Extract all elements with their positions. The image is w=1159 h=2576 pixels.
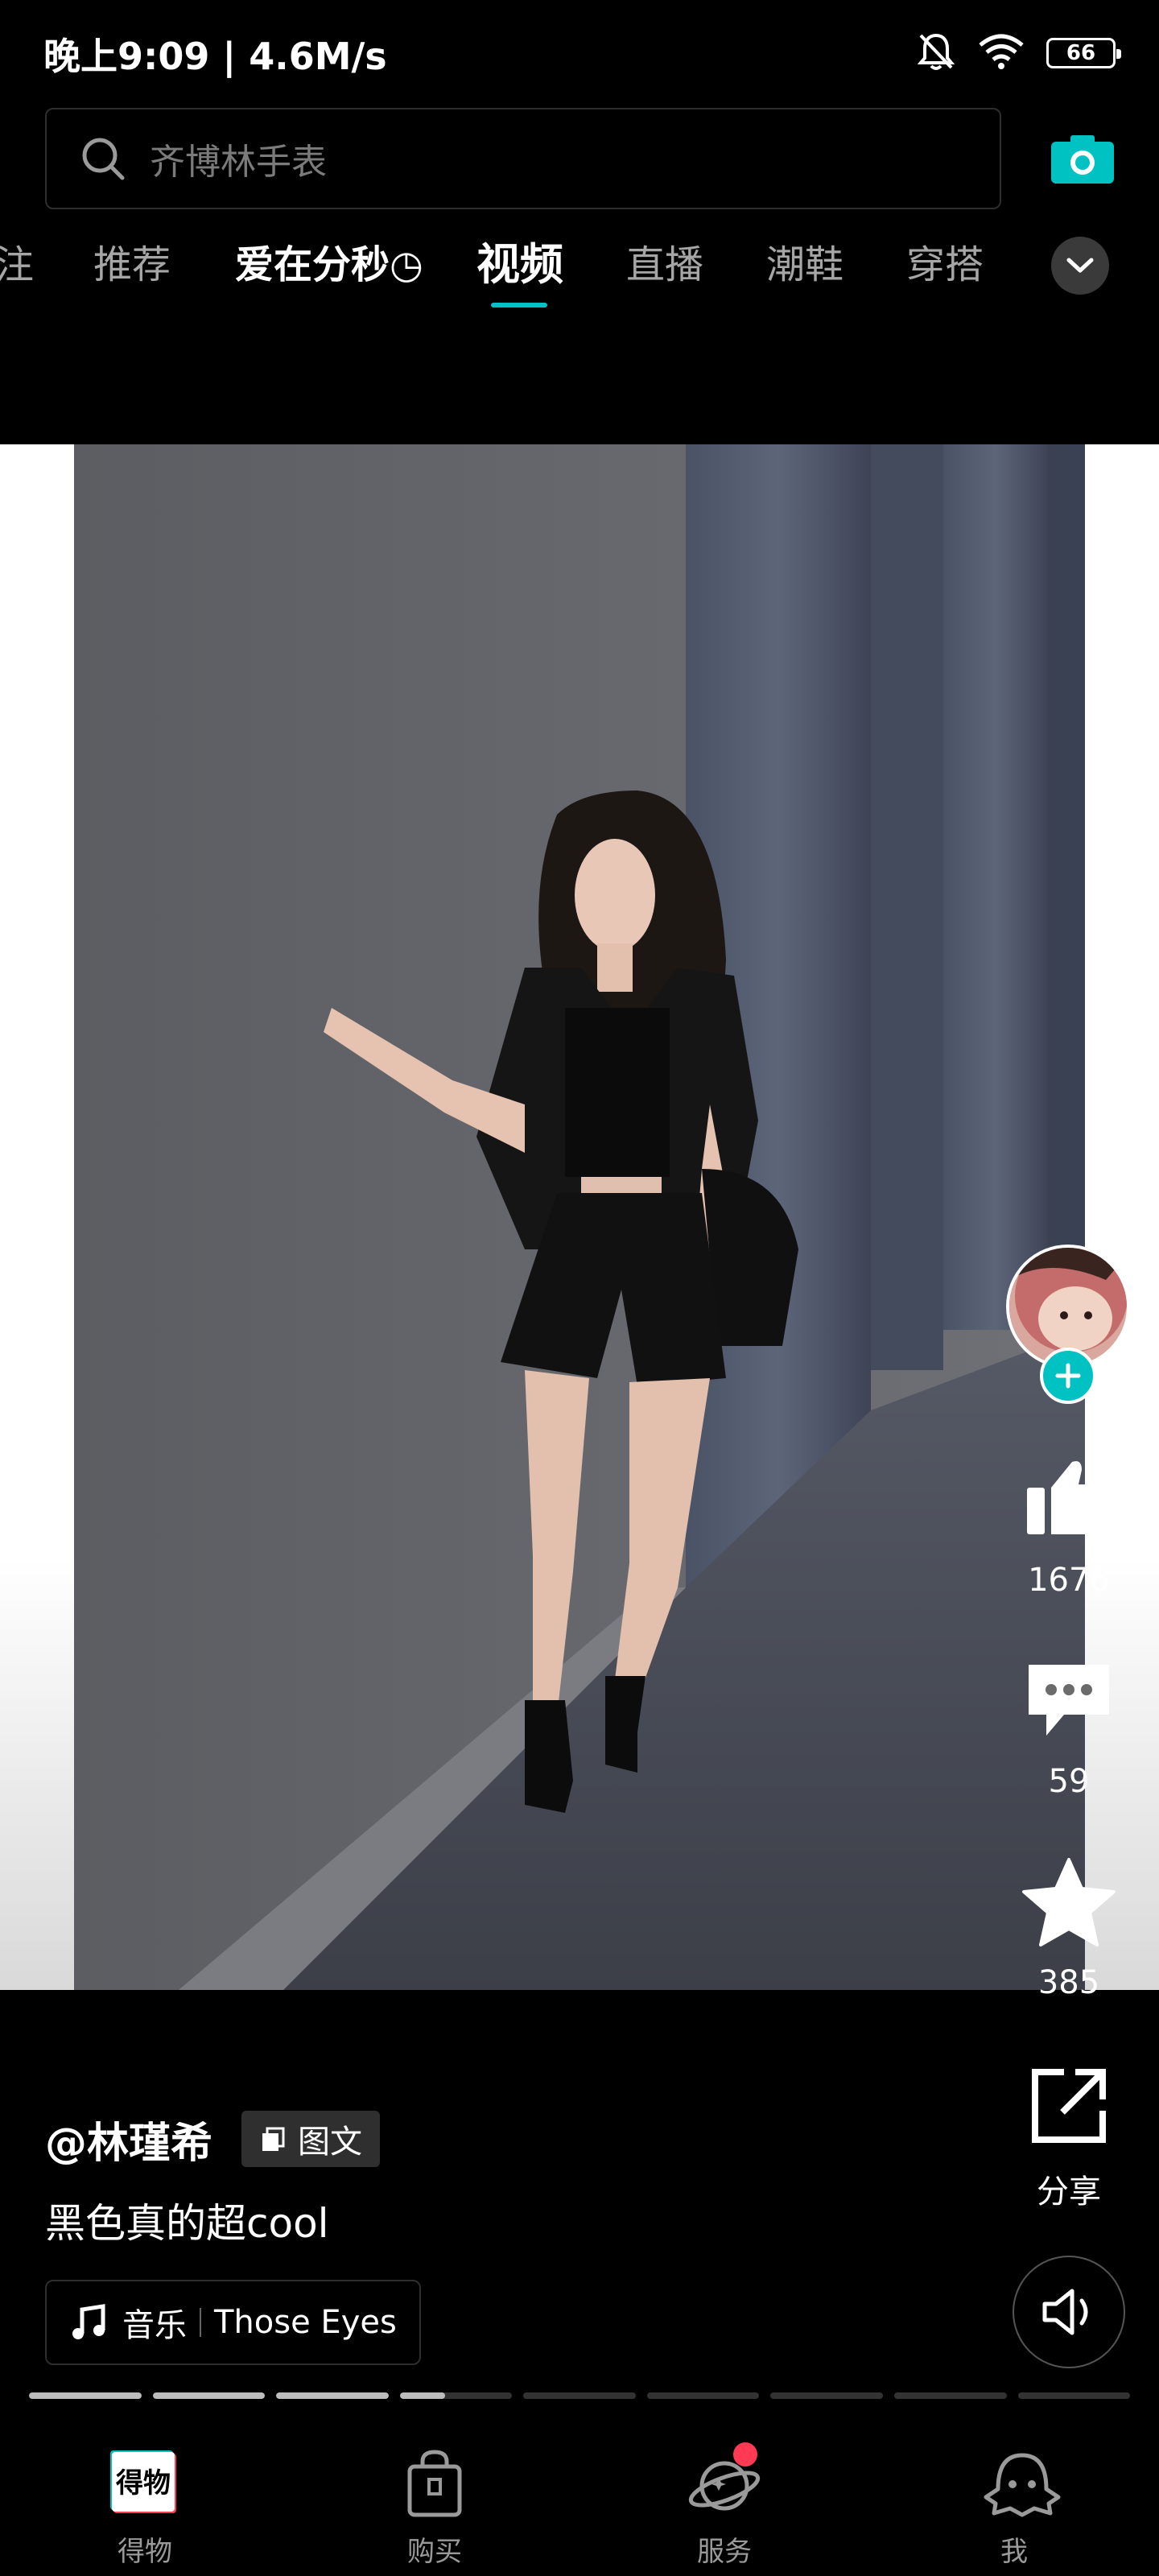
author-name[interactable]: @林瑾希: [45, 2109, 212, 2169]
follow-button[interactable]: [1040, 1348, 1096, 1404]
post-photo[interactable]: [74, 444, 1085, 1990]
nav-dewu[interactable]: 得物 得物: [0, 2431, 290, 2576]
chevron-down-icon: [1066, 258, 1094, 273]
share-icon: [1032, 2069, 1106, 2143]
expand-tabs-button[interactable]: [1051, 237, 1109, 295]
favorites-count: 385: [1037, 1964, 1100, 2001]
alien-face-icon: [978, 2447, 1061, 2520]
post-caption: 黑色真的超cool: [45, 2200, 329, 2247]
star-icon: [1022, 1858, 1116, 1946]
share-label: 分享: [1037, 2174, 1101, 2211]
search-placeholder: 齐博林手表: [150, 142, 327, 183]
share-button[interactable]: [1029, 2066, 1109, 2149]
music-title: Those Eyes: [214, 2304, 397, 2341]
progress-segment-fill: [276, 2392, 389, 2399]
music-label: 音乐: [122, 2307, 187, 2344]
svg-text:得物: 得物: [115, 2467, 171, 2500]
bell-muted-icon: [916, 31, 956, 76]
progress-segment-fill: [29, 2392, 142, 2399]
camera-icon[interactable]: [1051, 134, 1114, 184]
favorite-button[interactable]: [1021, 1856, 1117, 1953]
planet-icon: [688, 2442, 761, 2520]
category-tabs: 注 推荐 爱在分秒◷ 视频 直播 潮鞋 穿搭: [0, 230, 1159, 319]
nav-label-me: 我: [1000, 2536, 1028, 2568]
nav-label-dewu: 得物: [118, 2536, 172, 2568]
tab-recommend[interactable]: 推荐: [93, 230, 171, 299]
nav-me[interactable]: 我: [869, 2431, 1159, 2576]
notification-dot: [733, 2442, 757, 2467]
thumbs-up-icon: [1027, 1461, 1112, 1534]
battery-indicator: 66: [1046, 38, 1121, 68]
media-progress: [29, 2392, 1131, 2402]
active-tab-indicator: [491, 303, 547, 308]
nav-label-buy: 购买: [407, 2536, 462, 2568]
status-bar: 晚上9:09 | 4.6M/s 66: [0, 0, 1159, 105]
tab-sneakers[interactable]: 潮鞋: [766, 230, 843, 299]
tab-follow[interactable]: 注: [0, 230, 34, 299]
wifi-icon: [977, 32, 1025, 74]
search-input[interactable]: 齐博林手表: [45, 108, 1001, 209]
progress-segment: [893, 2392, 1007, 2399]
comments-count: 59: [1048, 1763, 1090, 1800]
sound-toggle-button[interactable]: [1013, 2256, 1125, 2368]
shopping-bag-icon: [398, 2447, 471, 2520]
progress-segment: [646, 2392, 760, 2399]
battery-level: 66: [1066, 41, 1096, 65]
progress-segment-fill: [399, 2392, 445, 2399]
progress-segment: [152, 2392, 266, 2399]
progress-segment: [276, 2392, 389, 2399]
progress-segment: [523, 2392, 636, 2399]
plus-icon: [1055, 1363, 1081, 1389]
image-text-icon: [262, 2127, 285, 2151]
progress-segment: [399, 2392, 513, 2399]
post-type-badge: 图文: [241, 2111, 380, 2167]
progress-segment: [29, 2392, 142, 2399]
comment-icon: [1029, 1665, 1109, 1736]
status-time-speed: 晚上9:09 | 4.6M/s: [43, 35, 387, 78]
post-type-label: 图文: [298, 2124, 362, 2161]
nav-service[interactable]: 服务: [580, 2431, 869, 2576]
music-note-icon: [72, 2304, 105, 2339]
status-icons: 66: [916, 29, 1121, 77]
progress-segment: [1017, 2392, 1131, 2399]
progress-segment-fill: [152, 2392, 266, 2399]
search-icon: [82, 138, 125, 180]
tab-outfits[interactable]: 穿搭: [906, 230, 984, 299]
like-button[interactable]: [1022, 1457, 1116, 1541]
nav-buy[interactable]: 购买: [290, 2431, 580, 2576]
progress-segment: [770, 2392, 883, 2399]
speaker-icon: [1042, 2289, 1088, 2335]
dewu-logo-icon: 得物: [109, 2447, 181, 2520]
music-divider: [200, 2308, 201, 2337]
likes-count: 1676: [1028, 1562, 1110, 1599]
tab-live[interactable]: 直播: [626, 230, 703, 299]
tab-video[interactable]: 视频: [476, 230, 563, 299]
bottom-navigation: 得物 得物 购买 服务 我: [0, 2431, 1159, 2576]
tab-love-seconds[interactable]: 爱在分秒◷: [235, 230, 423, 299]
nav-label-service: 服务: [697, 2536, 752, 2568]
comment-button[interactable]: [1022, 1658, 1116, 1745]
music-chip[interactable]: 音乐 Those Eyes: [45, 2280, 421, 2365]
